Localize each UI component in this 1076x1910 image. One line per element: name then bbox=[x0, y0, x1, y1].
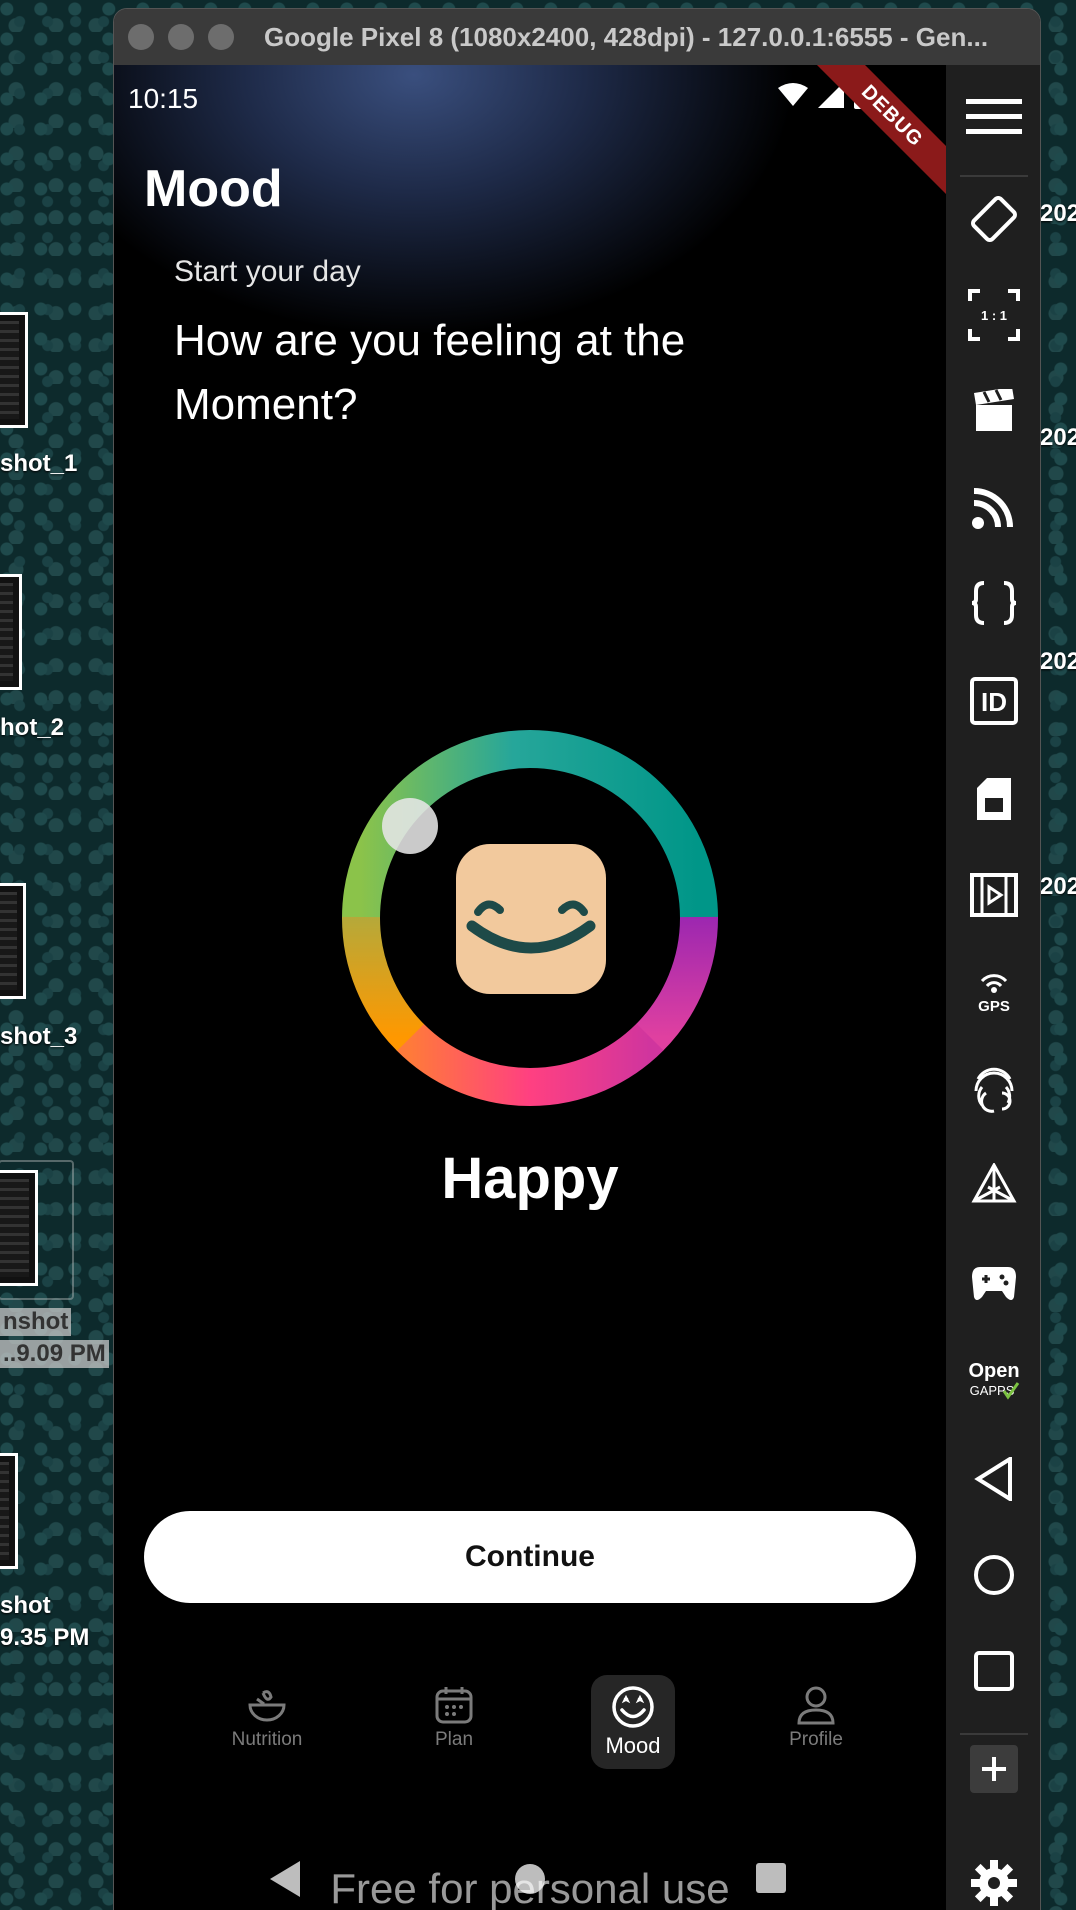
mood-question: How are you feeling at the Moment? bbox=[174, 316, 686, 429]
calendar-icon bbox=[435, 1687, 473, 1724]
toolbar-divider bbox=[960, 175, 1028, 177]
desktop-file-label[interactable]: 202 bbox=[1040, 873, 1076, 901]
braces-icon[interactable] bbox=[966, 575, 1022, 631]
window-zoom-button[interactable] bbox=[208, 24, 234, 50]
menu-icon[interactable] bbox=[966, 89, 1022, 145]
wifi-icon bbox=[778, 83, 808, 106]
video-icon[interactable] bbox=[966, 867, 1022, 923]
page-title: Mood bbox=[144, 160, 283, 218]
desktop-file-label[interactable]: hot_2 bbox=[0, 714, 64, 742]
clapper-icon[interactable] bbox=[966, 383, 1022, 439]
mood-face-icon bbox=[612, 1686, 654, 1728]
svg-text:Open: Open bbox=[968, 1360, 1019, 1382]
nav-item-label: Mood bbox=[605, 1733, 661, 1758]
rotate-icon[interactable] bbox=[966, 191, 1022, 247]
ring-handle[interactable] bbox=[382, 798, 438, 854]
desktop-file-label[interactable]: ..9.09 PM bbox=[0, 1340, 109, 1368]
desktop-file-label[interactable]: 202 bbox=[1040, 200, 1076, 228]
nav-item-label: Plan bbox=[434, 1729, 474, 1750]
add-icon[interactable] bbox=[966, 1741, 1022, 1797]
cast-icon[interactable] bbox=[966, 479, 1022, 535]
watermark: Free for personal use bbox=[330, 1865, 730, 1910]
window-minimize-button[interactable] bbox=[168, 24, 194, 50]
person-icon bbox=[797, 1686, 835, 1725]
phone-screen: 10:15 DEBUG Mood Start your day How are … bbox=[114, 65, 946, 1910]
emulator-window: Google Pixel 8 (1080x2400, 428dpi) - 127… bbox=[113, 8, 1041, 1910]
desktop-file-label[interactable]: 9.35 PM bbox=[0, 1624, 89, 1652]
overview-icon[interactable] bbox=[966, 1643, 1022, 1699]
gps-icon[interactable]: GPS bbox=[966, 963, 1022, 1019]
desktop-file-label[interactable]: shot_3 bbox=[0, 1023, 77, 1051]
desktop-file-thumbnail[interactable] bbox=[0, 1453, 18, 1569]
desktop-file-label[interactable]: shot bbox=[0, 1592, 51, 1620]
id-icon[interactable]: ID bbox=[966, 673, 1022, 729]
nav-item-nutrition[interactable]: Nutrition bbox=[225, 1675, 309, 1769]
window-title: Google Pixel 8 (1080x2400, 428dpi) - 127… bbox=[264, 21, 989, 52]
desktop-file-thumbnail[interactable] bbox=[0, 1170, 38, 1286]
svg-text:GPS: GPS bbox=[978, 998, 1010, 1013]
happy-face-icon bbox=[456, 844, 606, 994]
ring-segment bbox=[635, 916, 719, 1051]
mood-label: Happy bbox=[441, 1146, 619, 1211]
emulator-toolbar: 1 : 1 ID GPS Open GAPPS bbox=[946, 65, 1040, 1910]
sim-card-icon[interactable] bbox=[966, 771, 1022, 827]
back-icon[interactable] bbox=[966, 1451, 1022, 1507]
ring-segment bbox=[396, 1023, 664, 1106]
toolbar-divider bbox=[960, 1733, 1028, 1735]
header-gradient bbox=[114, 65, 946, 525]
nav-item-mood[interactable]: Mood bbox=[591, 1675, 675, 1769]
nav-item-label: Profile bbox=[789, 1729, 843, 1750]
gamepad-icon[interactable] bbox=[966, 1255, 1022, 1311]
bottom-navigation: Nutrition Plan Mood Profile bbox=[174, 1675, 874, 1775]
desktop-file-label[interactable]: 202 bbox=[1040, 424, 1076, 452]
desktop-file-label[interactable]: nshot bbox=[0, 1308, 72, 1336]
svg-text:1 : 1: 1 : 1 bbox=[981, 308, 1007, 323]
ring-segment bbox=[341, 916, 425, 1051]
desktop-file-label[interactable]: 202 bbox=[1040, 648, 1076, 676]
home-icon[interactable] bbox=[966, 1547, 1022, 1603]
nav-item-label: Nutrition bbox=[231, 1729, 303, 1750]
settings-icon[interactable] bbox=[966, 1855, 1022, 1910]
happy-face-icon bbox=[466, 900, 596, 954]
desktop-file-thumbnail[interactable] bbox=[0, 312, 28, 428]
window-titlebar[interactable]: Google Pixel 8 (1080x2400, 428dpi) - 127… bbox=[114, 9, 1040, 65]
continue-button[interactable]: Continue bbox=[144, 1511, 916, 1603]
desktop-file-thumbnail[interactable] bbox=[0, 574, 22, 690]
nav-item-profile[interactable]: Profile bbox=[774, 1675, 858, 1769]
status-bar: 10:15 bbox=[128, 79, 926, 119]
desktop-file-label[interactable]: shot_1 bbox=[0, 450, 77, 478]
bowl-icon bbox=[248, 1690, 286, 1722]
window-close-button[interactable] bbox=[128, 24, 154, 50]
fingerprint-icon[interactable] bbox=[966, 1061, 1022, 1117]
resize-1-1-icon[interactable]: 1 : 1 bbox=[966, 287, 1022, 343]
desktop-file-thumbnail[interactable] bbox=[0, 883, 26, 999]
page-subtitle: Start your day bbox=[174, 255, 361, 288]
nav-item-plan[interactable]: Plan bbox=[412, 1675, 496, 1769]
svg-text:ID: ID bbox=[981, 687, 1007, 717]
status-time: 10:15 bbox=[128, 83, 199, 114]
sensors-icon[interactable] bbox=[966, 1159, 1022, 1215]
opengapps-icon[interactable]: Open GAPPS bbox=[966, 1353, 1022, 1409]
